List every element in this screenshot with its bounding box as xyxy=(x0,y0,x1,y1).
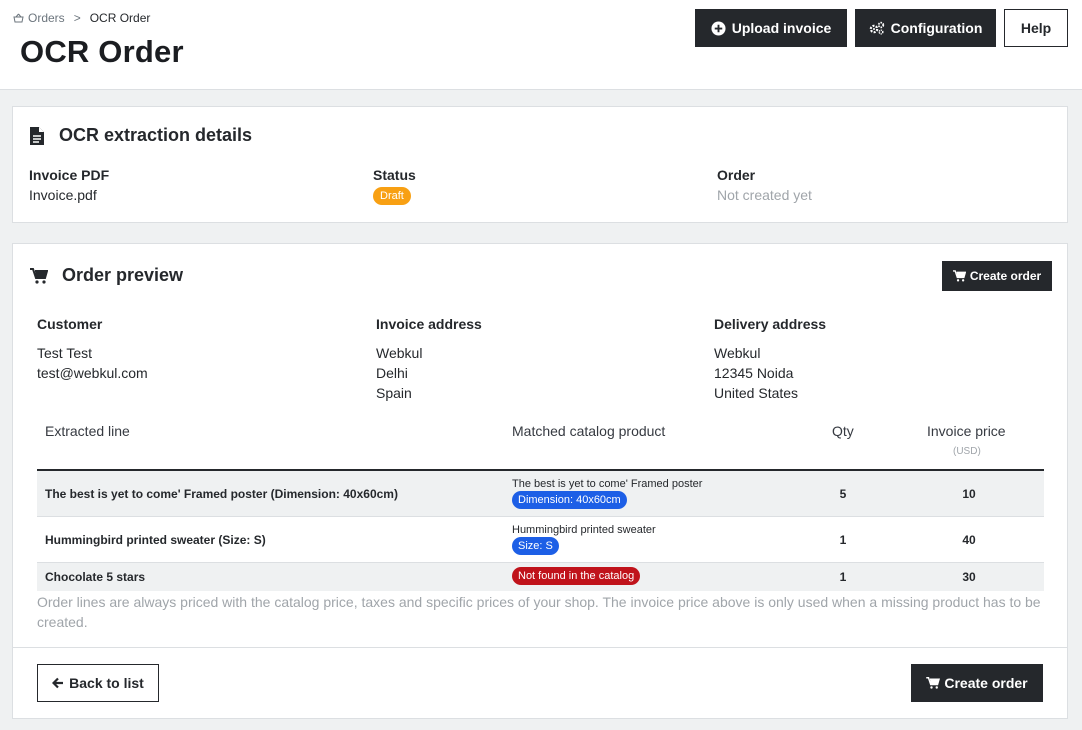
delivery-address-line: United States xyxy=(714,385,799,401)
column-header-matched-product: Matched catalog product xyxy=(512,423,666,439)
extracted-line-text: The best is yet to come' Framed poster (… xyxy=(45,487,398,501)
status-label: Status xyxy=(373,167,416,183)
invoice-address-line: Delhi xyxy=(376,365,408,381)
order-value: Not created yet xyxy=(717,187,812,203)
help-button[interactable]: Help xyxy=(1004,9,1068,47)
order-preview-card: Order preview Create order Customer Test… xyxy=(12,243,1068,719)
delivery-address-line: Webkul xyxy=(714,345,761,361)
status-badge: Draft xyxy=(373,187,411,205)
table-row: Chocolate 5 stars Not found in the catal… xyxy=(37,563,1044,591)
cart-icon xyxy=(30,267,48,284)
breadcrumb-orders-link[interactable]: Orders xyxy=(13,11,65,25)
not-found-badge: Not found in the catalog xyxy=(512,567,641,585)
configuration-button[interactable]: Configuration xyxy=(855,9,996,47)
delivery-address-line: 12345 Noida xyxy=(714,365,794,381)
qty-value: 5 xyxy=(839,487,847,501)
extracted-line-text: Chocolate 5 stars xyxy=(45,570,146,584)
preview-title-text: Order preview xyxy=(62,265,184,285)
extraction-card-title: OCR extraction details xyxy=(29,125,252,146)
back-to-list-label: Back to list xyxy=(69,675,144,691)
matched-product-name: The best is yet to come' Framed poster xyxy=(512,478,703,490)
invoice-price-value: 40 xyxy=(962,533,976,547)
cart-icon xyxy=(952,270,966,282)
invoice-price-value: 30 xyxy=(962,570,976,584)
customer-block: Customer Test Test test@webkul.com xyxy=(37,314,148,383)
matched-product-name: Hummingbird printed sweater xyxy=(512,524,656,536)
qty-value: 1 xyxy=(839,533,847,547)
table-row: Hummingbird printed sweater (Size: S) Hu… xyxy=(37,517,1044,563)
cart-icon xyxy=(926,677,941,689)
matched-product-cell: Not found in the catalog xyxy=(512,567,641,585)
delivery-address-block: Delivery address Webkul 12345 Noida Unit… xyxy=(714,314,826,403)
create-order-top-label: Create order xyxy=(969,269,1042,283)
back-to-list-button[interactable]: Back to list xyxy=(37,664,159,702)
customer-email: test@webkul.com xyxy=(37,365,148,381)
preview-card-title: Order preview xyxy=(30,265,183,286)
customer-label: Customer xyxy=(37,316,103,332)
invoice-pdf-value: Invoice.pdf xyxy=(29,187,97,203)
pricing-note: Order lines are always priced with the c… xyxy=(37,594,1041,630)
page-title: OCR Order xyxy=(20,34,184,69)
qty-value: 1 xyxy=(839,570,847,584)
invoice-address-label: Invoice address xyxy=(376,316,482,332)
breadcrumb-orders-label[interactable]: Orders xyxy=(28,11,65,25)
breadcrumb-current: OCR Order xyxy=(89,11,151,25)
create-order-button-top[interactable]: Create order xyxy=(942,261,1052,291)
order-label: Order xyxy=(717,167,756,183)
arrow-left-icon xyxy=(52,677,64,689)
create-order-bottom-label: Create order xyxy=(944,675,1028,691)
invoice-price-value: 10 xyxy=(962,487,976,501)
basket-icon xyxy=(13,13,24,23)
extraction-details-card: OCR extraction details Invoice PDF Invoi… xyxy=(12,106,1068,223)
extracted-line-text: Hummingbird printed sweater (Size: S) xyxy=(45,533,266,547)
attribute-badge: Dimension: 40x60cm xyxy=(512,491,627,509)
page-header: Orders > OCR Order OCR Order Upload invo… xyxy=(0,0,1082,90)
invoice-pdf-label: Invoice PDF xyxy=(29,167,110,183)
delivery-address-label: Delivery address xyxy=(714,316,827,332)
upload-invoice-label: Upload invoice xyxy=(731,20,832,36)
upload-invoice-button[interactable]: Upload invoice xyxy=(695,9,847,47)
invoice-address-line: Spain xyxy=(376,385,412,401)
gears-icon xyxy=(869,21,885,35)
table-row: The best is yet to come' Framed poster (… xyxy=(37,471,1044,517)
help-label: Help xyxy=(1020,20,1052,36)
column-header-qty: Qty xyxy=(832,423,854,439)
matched-product-cell: Hummingbird printed sweater Size: S xyxy=(512,524,656,555)
breadcrumb: Orders > OCR Order xyxy=(13,11,150,25)
invoice-address-block: Invoice address Webkul Delhi Spain xyxy=(376,314,482,403)
extraction-title-text: OCR extraction details xyxy=(59,125,253,145)
invoice-address-line: Webkul xyxy=(376,345,423,361)
breadcrumb-separator: > xyxy=(73,11,81,25)
configuration-label: Configuration xyxy=(890,20,983,36)
card-footer-divider xyxy=(13,647,1067,648)
column-header-currency: (USD) xyxy=(953,446,981,457)
attribute-badge: Size: S xyxy=(512,537,559,555)
column-header-extracted-line: Extracted line xyxy=(45,423,130,439)
customer-name: Test Test xyxy=(37,345,92,361)
column-header-invoice-price: Invoice price xyxy=(927,423,1006,439)
file-text-icon xyxy=(29,126,45,145)
create-order-button-bottom[interactable]: Create order xyxy=(911,664,1043,702)
matched-product-cell: The best is yet to come' Framed poster D… xyxy=(512,478,702,509)
plus-circle-icon xyxy=(711,20,726,36)
